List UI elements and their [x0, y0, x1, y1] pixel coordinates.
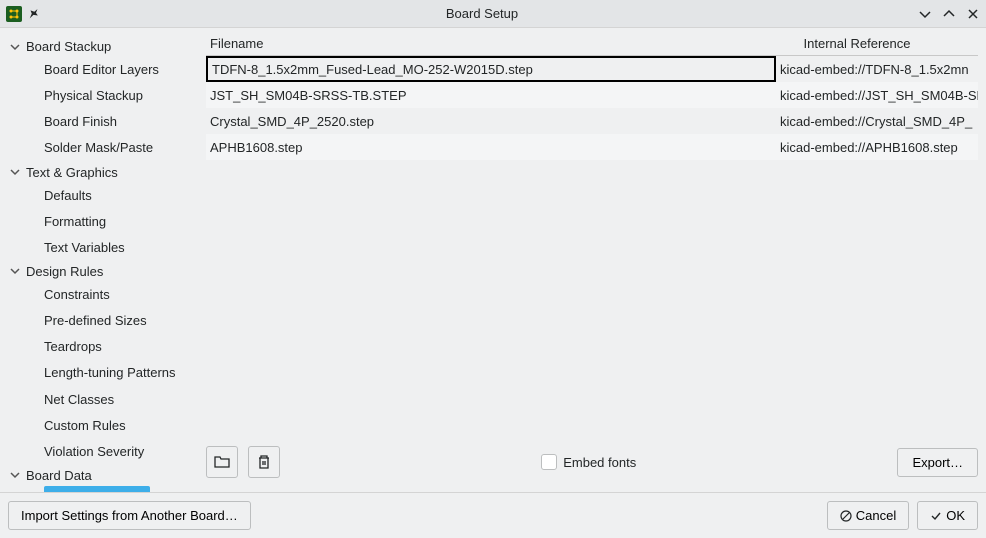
sidebar-group-design-rules[interactable]: Design Rules [4, 261, 200, 282]
trash-icon [255, 453, 273, 471]
delete-file-button[interactable] [248, 446, 280, 478]
sidebar-group-label: Board Stackup [26, 39, 111, 54]
cell-ref[interactable]: kicad-embed://TDFN-8_1.5x2mn [776, 62, 978, 77]
app-icon [6, 6, 22, 22]
sidebar-item-defaults[interactable]: Defaults [4, 183, 200, 209]
maximize-icon[interactable] [942, 7, 956, 21]
cell-filename[interactable]: APHB1608.step [206, 140, 776, 155]
import-settings-button[interactable]: Import Settings from Another Board… [8, 501, 251, 530]
sidebar-item-board-editor-layers[interactable]: Board Editor Layers [4, 57, 200, 83]
sidebar-group-label: Text & Graphics [26, 165, 118, 180]
chevron-down-icon [10, 167, 26, 177]
ok-label: OK [946, 508, 965, 523]
cell-filename[interactable]: Crystal_SMD_4P_2520.step [206, 114, 776, 129]
chevron-down-icon [10, 470, 26, 480]
tools-row: Embed fonts Export… [206, 440, 978, 484]
table-body: TDFN-8_1.5x2mm_Fused-Lead_MO-252-W2015D.… [206, 56, 978, 440]
chevron-down-icon [10, 42, 26, 52]
cancel-label: Cancel [856, 508, 896, 523]
sidebar-item-teardrops[interactable]: Teardrops [4, 334, 200, 360]
table-row[interactable]: JST_SH_SM04B-SRSS-TB.STEP kicad-embed://… [206, 82, 978, 108]
sidebar-item-text-variables[interactable]: Text Variables [4, 235, 200, 261]
sidebar-item-board-finish[interactable]: Board Finish [4, 109, 200, 135]
add-file-button[interactable] [206, 446, 238, 478]
column-header-filename[interactable]: Filename [206, 36, 776, 51]
window-title: Board Setup [46, 6, 918, 21]
sidebar-item-formatting[interactable]: Formatting [4, 209, 200, 235]
embed-fonts-checkbox[interactable]: Embed fonts [541, 454, 636, 470]
cancel-icon [840, 510, 852, 522]
cell-filename[interactable]: JST_SH_SM04B-SRSS-TB.STEP [206, 88, 776, 103]
sidebar-group-text-graphics[interactable]: Text & Graphics [4, 162, 200, 183]
cancel-button[interactable]: Cancel [827, 501, 909, 530]
content-panel: Filename Internal Reference TDFN-8_1.5x2… [204, 28, 986, 492]
table-row[interactable]: TDFN-8_1.5x2mm_Fused-Lead_MO-252-W2015D.… [206, 56, 978, 82]
sidebar-item-pre-defined-sizes[interactable]: Pre-defined Sizes [4, 308, 200, 334]
folder-icon [213, 453, 231, 471]
table-header: Filename Internal Reference [206, 36, 978, 56]
ok-button[interactable]: OK [917, 501, 978, 530]
cell-ref[interactable]: kicad-embed://JST_SH_SM04B-SR [776, 88, 978, 103]
chevron-down-icon [10, 266, 26, 276]
check-icon [930, 510, 942, 522]
table-row[interactable]: APHB1608.step kicad-embed://APHB1608.ste… [206, 134, 978, 160]
sidebar-item-constraints[interactable]: Constraints [4, 282, 200, 308]
checkbox-box[interactable] [541, 454, 557, 470]
sidebar-item-physical-stackup[interactable]: Physical Stackup [4, 83, 200, 109]
close-icon[interactable] [966, 7, 980, 21]
sidebar-group-label: Board Data [26, 468, 92, 483]
sidebar: Board Stackup Board Editor Layers Physic… [0, 28, 204, 492]
sidebar-item-violation-severity[interactable]: Violation Severity [4, 439, 200, 465]
cell-ref[interactable]: kicad-embed://APHB1608.step [776, 140, 978, 155]
sidebar-item-custom-rules[interactable]: Custom Rules [4, 413, 200, 439]
sidebar-item-length-tuning-patterns[interactable]: Length-tuning Patterns [4, 360, 200, 386]
minimize-icon[interactable] [918, 7, 932, 21]
column-header-ref[interactable]: Internal Reference [776, 36, 978, 51]
sidebar-group-board-stackup[interactable]: Board Stackup [4, 36, 200, 57]
cell-ref[interactable]: kicad-embed://Crystal_SMD_4P_ [776, 114, 978, 129]
cell-filename[interactable]: TDFN-8_1.5x2mm_Fused-Lead_MO-252-W2015D.… [206, 56, 776, 82]
embed-fonts-label: Embed fonts [563, 455, 636, 470]
sidebar-item-net-classes[interactable]: Net Classes [4, 387, 200, 413]
table-row[interactable]: Crystal_SMD_4P_2520.step kicad-embed://C… [206, 108, 978, 134]
sidebar-group-label: Design Rules [26, 264, 103, 279]
sidebar-item-solder-mask-paste[interactable]: Solder Mask/Paste [4, 135, 200, 161]
export-button[interactable]: Export… [897, 448, 978, 477]
titlebar: Board Setup [0, 0, 986, 28]
pin-icon[interactable] [28, 8, 40, 20]
footer: Import Settings from Another Board… Canc… [0, 492, 986, 538]
sidebar-group-board-data[interactable]: Board Data [4, 465, 200, 486]
